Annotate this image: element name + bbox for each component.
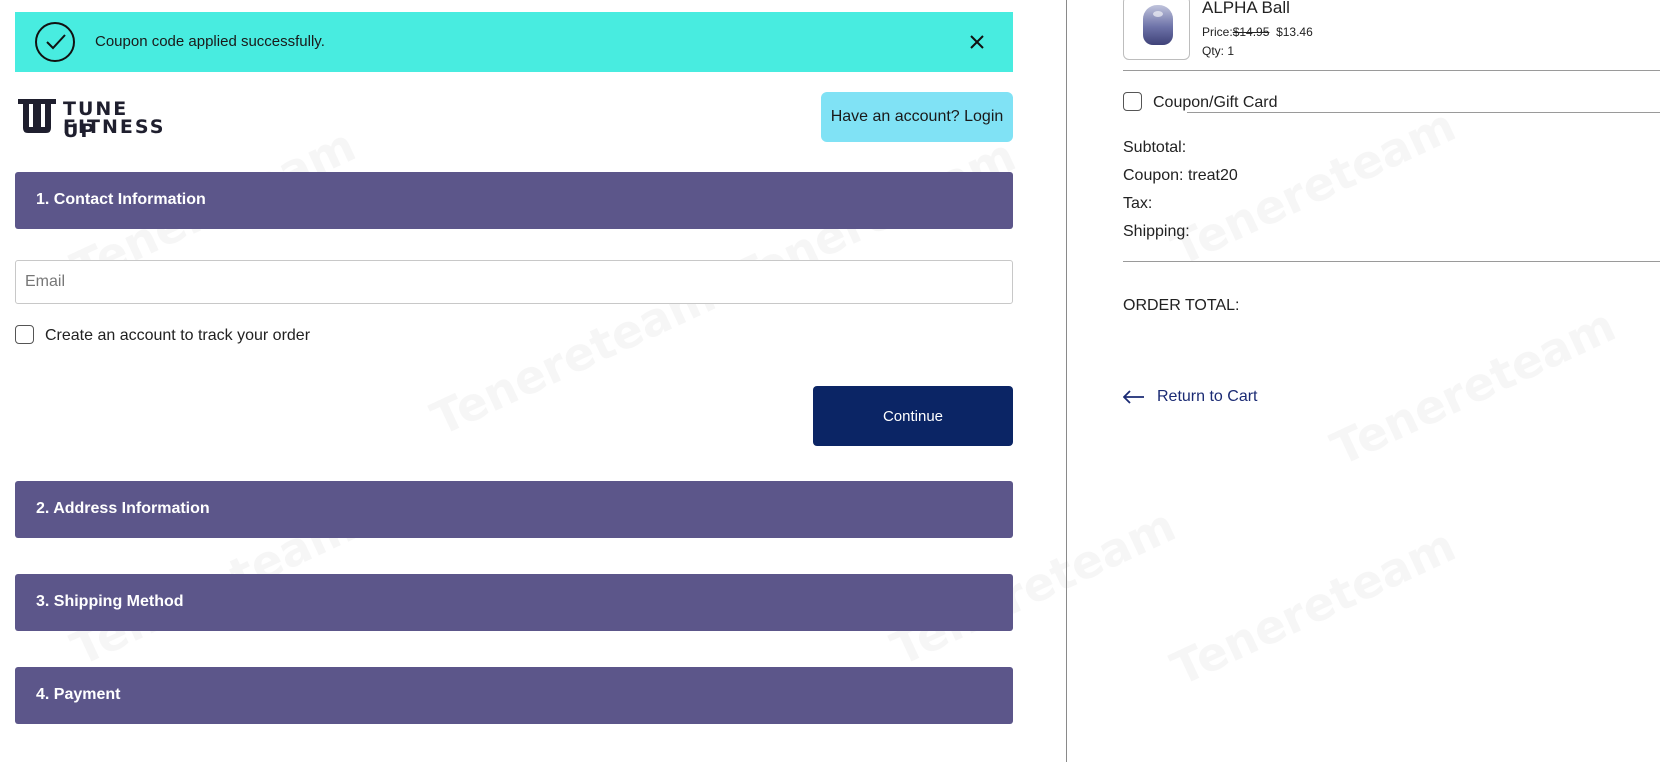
product-price: Price:$14.95 $13.46 (1202, 25, 1313, 39)
close-icon[interactable] (967, 32, 987, 52)
create-account-checkbox[interactable] (15, 325, 34, 344)
alert-message: Coupon code applied successfully. (95, 33, 325, 50)
return-to-cart-label: Return to Cart (1157, 388, 1258, 405)
checkout-panel: Coupon code applied successfully. TUNE U… (0, 0, 1067, 762)
tune-up-fitness-logo[interactable]: TUNE UP FITNESS (17, 98, 163, 142)
order-summary-panel: ALPHA Ball Price:$14.95 $13.46 Qty: 1 Co… (1067, 0, 1660, 762)
return-to-cart-link[interactable]: Return to Cart (1123, 388, 1257, 406)
tax-label: Tax: (1123, 195, 1153, 212)
continue-button[interactable]: Continue (813, 386, 1013, 446)
section-title: 3. Shipping Method (36, 593, 184, 610)
old-price: $14.95 (1232, 25, 1270, 39)
divider-line (1123, 261, 1660, 262)
section-address-information[interactable]: 2. Address Information (15, 481, 1013, 538)
login-button[interactable]: Have an account? Login (821, 92, 1013, 142)
price-prefix: Price: (1202, 25, 1233, 39)
section-title: 4. Payment (36, 686, 121, 703)
create-account-label: Create an account to track your order (45, 327, 311, 344)
alpha-ball-image (1143, 5, 1173, 45)
check-circle-icon (35, 22, 75, 62)
section-shipping-method[interactable]: 3. Shipping Method (15, 574, 1013, 631)
section-title: 2. Address Information (36, 500, 210, 517)
subtotal-label: Subtotal: (1123, 139, 1187, 156)
arrow-left-icon (1123, 390, 1144, 404)
coupon-gift-card-checkbox[interactable] (1123, 92, 1142, 111)
email-field[interactable] (15, 260, 1013, 304)
coupon-label: Coupon: treat20 (1123, 167, 1238, 184)
section-payment[interactable]: 4. Payment (15, 667, 1013, 724)
section-title: 1. Contact Information (36, 191, 206, 208)
logo-text-line2: FITNESS (63, 116, 166, 138)
order-total-label: ORDER TOTAL: (1123, 297, 1240, 314)
product-thumbnail (1123, 0, 1190, 60)
product-qty: Qty: 1 (1202, 44, 1235, 58)
section-contact-information[interactable]: 1. Contact Information (15, 172, 1013, 229)
product-name: ALPHA Ball (1202, 0, 1290, 17)
logo-mark-icon (18, 99, 56, 133)
shipping-label: Shipping: (1123, 223, 1190, 240)
divider-line (1123, 70, 1660, 71)
divider-line (1187, 112, 1660, 113)
coupon-gift-card-label: Coupon/Gift Card (1153, 94, 1278, 111)
coupon-success-alert: Coupon code applied successfully. (15, 12, 1013, 72)
new-price: $13.46 (1276, 25, 1313, 39)
